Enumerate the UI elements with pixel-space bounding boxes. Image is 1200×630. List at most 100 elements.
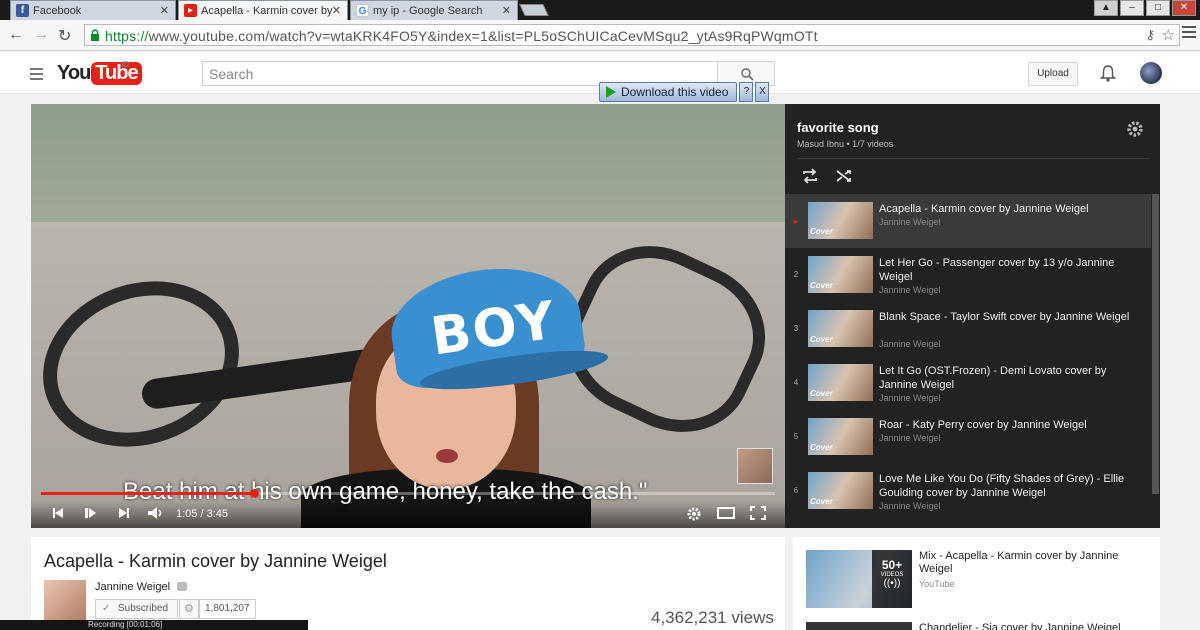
forward-arrow-icon[interactable]: → — [33, 26, 49, 44]
thumbnail-badge: Cover — [810, 227, 833, 236]
related-title[interactable]: Mix - Acapella - Karmin cover by Jannine… — [919, 550, 1149, 576]
channel-name[interactable]: Jannine Weigel — [95, 581, 170, 593]
playlist-item[interactable]: 2 Cover Let Her Go - Passenger cover by 13… — [785, 248, 1151, 302]
maximize-button[interactable]: □ — [1146, 0, 1170, 16]
tab-label: Facebook — [33, 5, 82, 17]
playlist-item-number: ▸ — [793, 216, 799, 226]
playlist-item-thumbnail: Cover — [808, 418, 873, 455]
avatar[interactable] — [1140, 62, 1162, 84]
playlist-item[interactable]: 3 Cover Blank Space - Taylor Swift cover b… — [785, 302, 1151, 356]
close-window-button[interactable]: ✕ — [1172, 0, 1196, 16]
close-icon[interactable]: ✕ — [332, 4, 341, 17]
end-card-thumbnail[interactable] — [737, 448, 773, 484]
tab-youtube[interactable]: ▸ Acapella - Karmin cover by ✕ — [178, 0, 348, 20]
recording-taskbar: Recording [00:01:06] — [0, 620, 308, 630]
back-arrow-icon[interactable]: ← — [8, 26, 24, 44]
progress-bar[interactable] — [41, 489, 775, 498]
playlist-item[interactable]: 4 Cover Let It Go (OST.Frozen) - Demi Lova… — [785, 356, 1151, 410]
playlist-item-number: 5 — [793, 432, 799, 441]
related-thumbnail[interactable]: 50+ VIDEOS ((•)) — [806, 550, 912, 608]
player-controls: 1:05 / 3:45 — [31, 500, 785, 528]
previous-icon[interactable] — [51, 506, 65, 520]
tab-facebook[interactable]: f Facebook ✕ — [10, 0, 176, 20]
subscribed-button[interactable]: ✓ Subscribed — [95, 599, 178, 619]
playlist-subtitle: Masud Ibnu • 1/7 videos — [797, 139, 894, 149]
tab-label: my ip - Google Search — [373, 5, 483, 17]
playlist-item-owner: Jannine Weigel — [879, 433, 941, 443]
playlist-item-owner: Jannine Weigel — [879, 285, 941, 295]
upload-button[interactable]: Upload — [1028, 62, 1078, 86]
window-controls: ▲ – □ ✕ — [1094, 0, 1196, 16]
playlist-item-thumbnail: Cover — [808, 256, 873, 293]
tab-google[interactable]: G my ip - Google Search ✕ — [350, 0, 518, 20]
bell-icon[interactable] — [1100, 64, 1116, 82]
related-title[interactable]: Chandelier - Sia cover by Jannine Weigel — [919, 622, 1121, 630]
address-bar[interactable]: https://www.youtube.com/watch?v=wtaKRK4F… — [84, 24, 1180, 46]
settings-gear-icon[interactable] — [686, 506, 702, 522]
new-tab-button[interactable] — [519, 4, 549, 16]
star-icon[interactable]: ☆ — [1162, 26, 1175, 44]
playlist-item-thumbnail: Cover — [808, 310, 873, 347]
playlist-panel: favorite song Masud Ibnu • 1/7 videos ▸ C… — [785, 104, 1160, 528]
download-help-button[interactable]: ? — [739, 82, 754, 102]
verified-badge-icon — [177, 582, 187, 591]
mix-radio-icon: ((•)) — [883, 578, 901, 589]
subscriber-count: 1,801,207 — [199, 599, 256, 619]
progress-knob[interactable] — [249, 489, 259, 498]
region-label: ID — [121, 60, 129, 69]
lock-icon — [91, 29, 99, 41]
playlist-item-thumbnail: Cover — [808, 364, 873, 401]
guide-menu-icon[interactable] — [30, 68, 43, 83]
theater-mode-icon[interactable] — [717, 506, 735, 520]
youtube-logo[interactable]: You Tube ID — [57, 60, 142, 86]
playlist-item-owner: Jannine Weigel — [879, 393, 941, 403]
key-icon[interactable]: ⚷ — [1145, 27, 1155, 43]
next-icon[interactable] — [117, 506, 131, 520]
video-title: Acapella - Karmin cover by Jannine Weige… — [44, 551, 387, 571]
logo-tube-text: Tube — [91, 61, 142, 85]
user-icon[interactable]: ▲ — [1094, 0, 1118, 16]
minimize-button[interactable]: – — [1120, 0, 1144, 16]
url-text: https://www.youtube.com/watch?v=wtaKRK4F… — [105, 28, 818, 44]
recording-label: Recording [00:01:06] — [88, 620, 163, 629]
play-pause-icon[interactable] — [83, 506, 97, 520]
playlist-item[interactable]: 6 Cover Love Me Like You Do (Fifty Shades … — [785, 464, 1151, 518]
mouth — [436, 449, 458, 463]
playlist-divider — [797, 158, 1149, 159]
loop-icon[interactable] — [801, 168, 819, 184]
playlist-item-number: 2 — [793, 270, 799, 279]
playlist-title[interactable]: favorite song — [797, 120, 879, 135]
playlist-scrollbar-thumb[interactable] — [1152, 194, 1159, 494]
channel-avatar[interactable] — [44, 580, 86, 622]
youtube-icon: ▸ — [184, 4, 197, 17]
playlist-item-number: 4 — [793, 378, 799, 387]
thumbnail-badge: Cover — [810, 335, 833, 344]
video-player[interactable]: BOY Beat him at his own game, honey, tak… — [31, 104, 785, 528]
tab-label: Acapella - Karmin cover by — [201, 5, 333, 17]
related-thumbnail[interactable] — [806, 622, 912, 630]
close-icon[interactable]: ✕ — [160, 4, 169, 17]
related-videos: 50+ VIDEOS ((•)) Mix - Acapella - Karmin… — [793, 537, 1160, 630]
close-icon[interactable]: ✕ — [502, 4, 511, 17]
playlist-item-owner: Jannine Weigel — [879, 217, 941, 227]
playlist-item-title: Roar - Katy Perry cover by Jannine Weige… — [879, 419, 1087, 431]
playlist-items: ▸ Cover Acapella - Karmin cover by Jannine… — [785, 194, 1151, 518]
playlist-item[interactable]: ▸ Cover Acapella - Karmin cover by Jannine… — [785, 194, 1151, 248]
thumbnail-badge: Cover — [810, 497, 833, 506]
reload-icon[interactable]: ↻ — [58, 26, 71, 46]
download-close-button[interactable]: X — [755, 82, 770, 102]
volume-icon[interactable] — [147, 506, 165, 520]
playlist-item[interactable]: 5 Cover Roar - Katy Perry cover by Jannine… — [785, 410, 1151, 464]
logo-you-text: You — [57, 61, 91, 84]
download-video-button[interactable]: Download this video — [599, 82, 738, 102]
shuffle-icon[interactable] — [835, 168, 853, 184]
playlist-item-number: 6 — [793, 486, 799, 495]
playlist-item-title: Love Me Like You Do (Fifty Shades of Gre… — [879, 473, 1125, 499]
playlist-item-thumbnail: Cover — [808, 472, 873, 509]
video-info-card: Acapella - Karmin cover by Jannine Weige… — [31, 537, 785, 630]
browser-menu-icon[interactable] — [1182, 26, 1196, 41]
fullscreen-icon[interactable] — [750, 506, 766, 520]
thumbnail-badge: Cover — [810, 389, 833, 398]
playlist-settings-gear-icon[interactable] — [1126, 120, 1144, 138]
subscription-settings-gear-icon[interactable]: ⚙ — [179, 599, 199, 619]
